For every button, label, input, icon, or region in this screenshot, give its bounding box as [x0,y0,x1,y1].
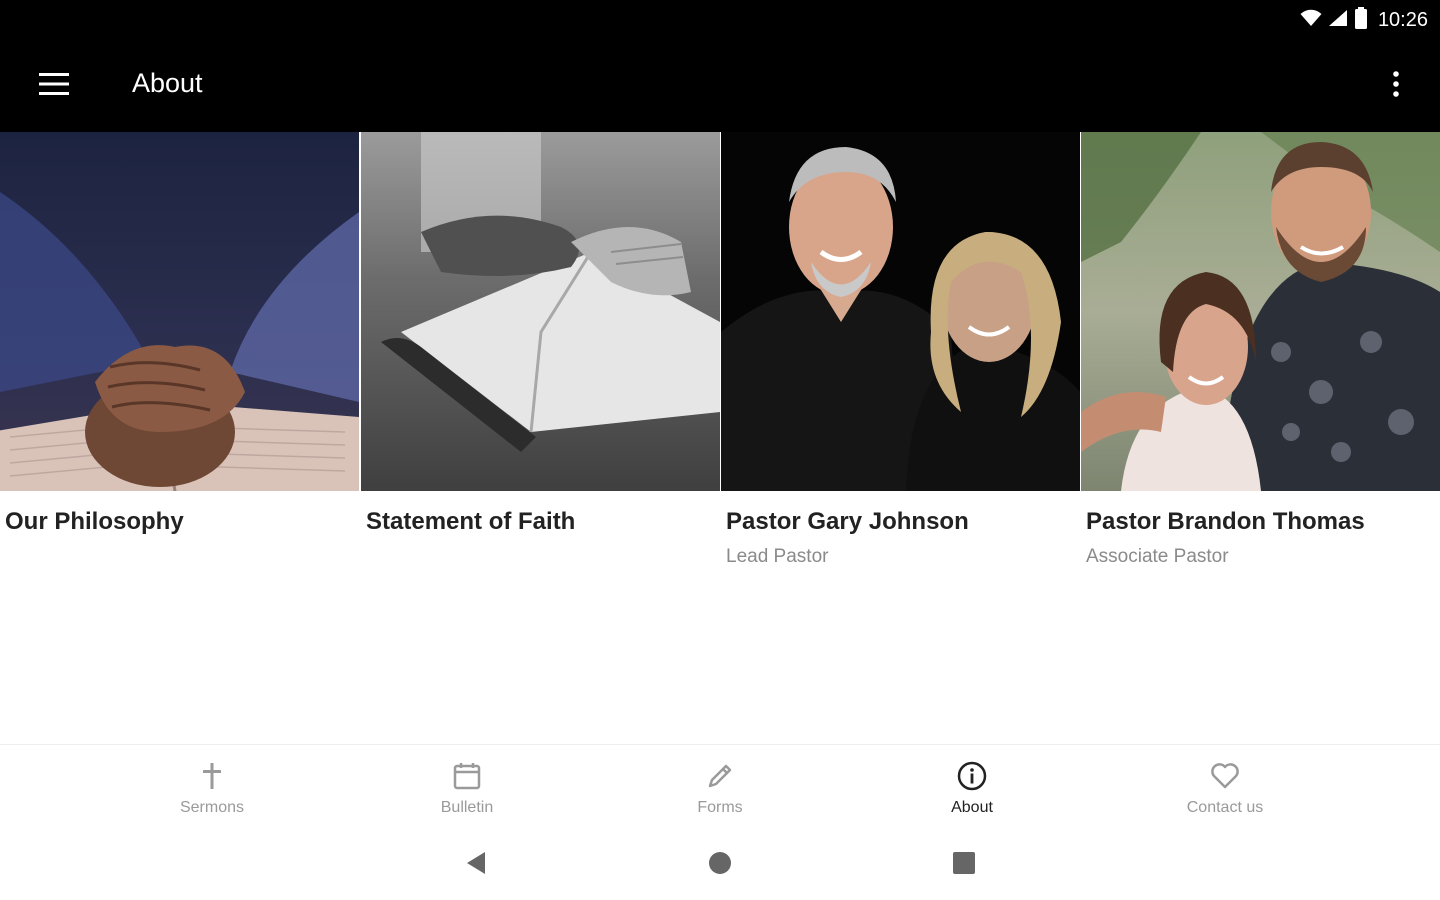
cross-icon [194,759,230,793]
nav-item-forms[interactable]: Forms [630,745,810,831]
card-subtitle: Lead Pastor [726,546,829,567]
status-icons: 10:26 [1300,6,1428,34]
nav-item-sermons[interactable]: Sermons [122,745,302,831]
menu-button[interactable] [26,62,82,110]
nav-label: Sermons [179,799,245,816]
back-button[interactable] [456,850,496,880]
status-time: 10:26 [1377,8,1428,31]
nav-item-bulletin[interactable]: Bulletin [377,745,557,831]
nav-item-about[interactable]: About [882,745,1062,831]
associate-pastor-couple-photo [1081,132,1440,491]
app-bar: About [0,40,1440,132]
system-navigation-bar [0,830,1440,900]
nav-item-contact-us[interactable]: Contact us [1135,745,1315,831]
hand-on-open-bible-photo [361,132,720,491]
overflow-menu-button[interactable] [1378,64,1414,108]
home-icon [708,851,732,880]
recents-icon [952,851,976,880]
nav-label: About [951,799,993,816]
wifi-icon [1300,9,1322,32]
nav-label: Contact us [1186,799,1264,816]
card-pastor-gary-johnson[interactable]: Pastor Gary Johnson Lead Pastor [721,132,1081,582]
bottom-navigation: Sermons Bulletin Forms About Contact us [0,744,1440,830]
recents-button[interactable] [944,850,984,880]
cellular-signal-icon [1328,9,1348,32]
card-pastor-brandon-thomas[interactable]: Pastor Brandon Thomas Associate Pastor [1081,132,1440,582]
nav-label: Bulletin [440,799,494,816]
card-subtitle: Associate Pastor [1086,546,1229,567]
card-title: Pastor Gary Johnson [726,508,969,535]
pastor-couple-portrait-photo [721,132,1080,491]
card-statement-of-faith[interactable]: Statement of Faith [361,132,721,582]
hamburger-menu-icon [39,72,69,100]
calendar-icon [449,759,485,793]
home-button[interactable] [700,850,740,880]
heart-icon [1207,759,1243,793]
pencil-icon [702,759,738,793]
card-title: Pastor Brandon Thomas [1086,508,1365,535]
page-title: About [132,68,203,98]
card-our-philosophy[interactable]: Our Philosophy [0,132,360,582]
battery-icon [1354,6,1368,34]
back-icon [464,851,488,880]
about-cards: Our Philosophy Statement of Faith Pastor… [0,132,1440,582]
card-title: Statement of Faith [366,508,576,535]
nav-label: Forms [697,799,743,816]
praying-hands-on-bible-photo [0,132,359,491]
status-bar: 10:26 [0,0,1440,40]
overflow-menu-icon [1393,70,1399,102]
card-title: Our Philosophy [5,508,184,535]
info-icon [954,759,990,793]
